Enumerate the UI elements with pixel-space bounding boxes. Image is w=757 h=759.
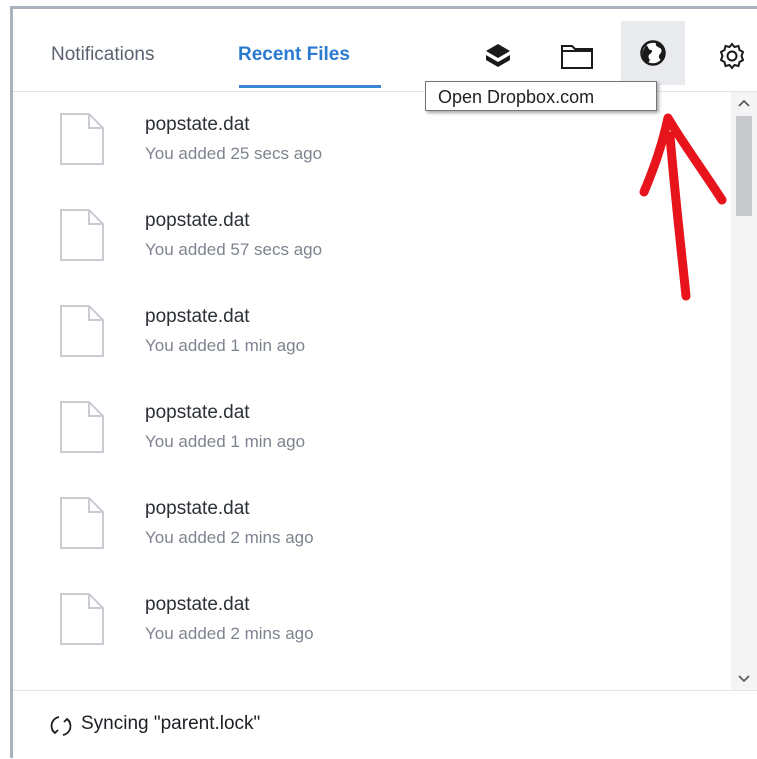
file-time: You added 1 min ago [145, 336, 306, 355]
settings-button[interactable] [705, 29, 757, 83]
panel-header: Notifications Recent Files [13, 9, 757, 92]
scroll-up-button[interactable] [731, 92, 757, 114]
file-time: You added 25 secs ago [145, 144, 323, 163]
file-time: You added 2 mins ago [145, 528, 314, 547]
file-icon [60, 113, 104, 165]
file-time: You added 57 secs ago [145, 240, 323, 259]
file-row[interactable]: popstate.dat You added 2 mins ago [13, 476, 731, 572]
file-icon [60, 401, 104, 453]
file-row[interactable]: popstate.dat You added 1 min ago [13, 284, 731, 380]
scroll-down-button[interactable] [731, 668, 757, 690]
file-name: popstate.dat [145, 402, 250, 423]
screenshot-canvas: Notifications Recent Files Open Dropbox.… [0, 0, 757, 759]
file-time: You added 2 mins ago [145, 624, 314, 643]
list-scrollbar[interactable] [731, 92, 757, 690]
globe-icon [640, 40, 666, 66]
sync-status-text: Syncing "parent.lock" [81, 713, 261, 734]
file-icon [60, 209, 104, 261]
open-folder-button[interactable] [550, 29, 604, 83]
open-dropbox-website-button[interactable] [621, 21, 685, 85]
file-time: You added 1 min ago [145, 432, 306, 451]
file-icon [60, 593, 104, 645]
recent-files-list: popstate.dat You added 25 secs ago popst… [13, 92, 731, 690]
chevron-up-icon [738, 99, 750, 107]
file-name: popstate.dat [145, 498, 250, 519]
gear-icon [719, 42, 745, 70]
sync-icon [50, 716, 72, 736]
file-name: popstate.dat [145, 306, 250, 327]
chevron-down-icon [738, 675, 750, 683]
active-tab-underline [239, 85, 381, 88]
file-icon [60, 497, 104, 549]
dropbox-icon [486, 44, 510, 67]
file-row[interactable]: popstate.dat You added 2 mins ago [13, 572, 731, 668]
status-footer: Syncing "parent.lock" [13, 690, 757, 759]
file-name: popstate.dat [145, 594, 250, 615]
file-name: popstate.dat [145, 114, 250, 135]
tab-notifications[interactable]: Notifications [51, 9, 201, 91]
folder-icon [561, 45, 593, 69]
tab-recent-files[interactable]: Recent Files [238, 9, 384, 91]
file-name: popstate.dat [145, 210, 250, 231]
scroll-thumb[interactable] [736, 116, 752, 216]
file-row[interactable]: popstate.dat You added 1 min ago [13, 380, 731, 476]
dropbox-button[interactable] [471, 29, 525, 83]
file-row[interactable]: popstate.dat You added 57 secs ago [13, 188, 731, 284]
file-icon [60, 305, 104, 357]
tooltip-open-dropbox: Open Dropbox.com [425, 81, 657, 111]
dropbox-panel: Notifications Recent Files Open Dropbox.… [10, 6, 757, 759]
